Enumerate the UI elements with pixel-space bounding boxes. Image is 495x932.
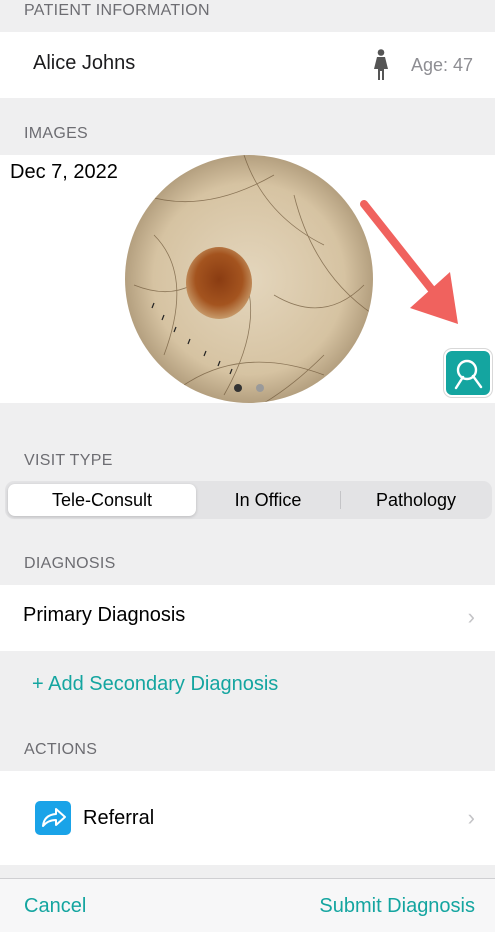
patient-row: Alice Johns Age: 47 [0, 32, 495, 98]
chevron-right-icon: › [467, 805, 475, 830]
visit-type-header: VISIT TYPE [24, 452, 113, 469]
bottom-toolbar: Cancel Submit Diagnosis [0, 878, 495, 932]
cancel-button[interactable]: Cancel [24, 895, 86, 918]
diagnosis-header: DIAGNOSIS [24, 555, 116, 572]
visit-type-tele-consult[interactable]: Tele-Consult [8, 484, 196, 516]
share-arrow-icon [35, 801, 71, 835]
images-header: IMAGES [24, 125, 89, 142]
referral-row[interactable]: Referral › [0, 771, 495, 865]
dermoscopy-image[interactable] [124, 155, 374, 403]
visit-type-segmented-control: Tele-Consult In Office Pathology [5, 481, 492, 519]
patient-age: Age: 47 [410, 55, 473, 75]
primary-diagnosis-row[interactable]: Primary Diagnosis › [0, 585, 495, 651]
chevron-right-icon: › [467, 604, 475, 629]
analyze-image-button[interactable] [444, 349, 492, 397]
visit-type-in-office[interactable]: In Office [196, 481, 340, 519]
actions-header: ACTIONS [24, 741, 98, 758]
visit-type-pathology[interactable]: Pathology [340, 481, 492, 519]
patient-information-header: PATIENT INFORMATION [24, 2, 210, 19]
primary-diagnosis-label: Primary Diagnosis [23, 604, 186, 626]
referral-label: Referral [83, 807, 155, 829]
add-secondary-diagnosis-button[interactable]: + Add Secondary Diagnosis [32, 673, 278, 696]
image-date: Dec 7, 2022 [10, 161, 118, 183]
annotation-arrow [360, 200, 458, 324]
female-person-icon [374, 49, 388, 80]
magnifier-analysis-icon [454, 359, 483, 390]
patient-name: Alice Johns [33, 52, 136, 74]
submit-diagnosis-button[interactable]: Submit Diagnosis [319, 895, 475, 918]
